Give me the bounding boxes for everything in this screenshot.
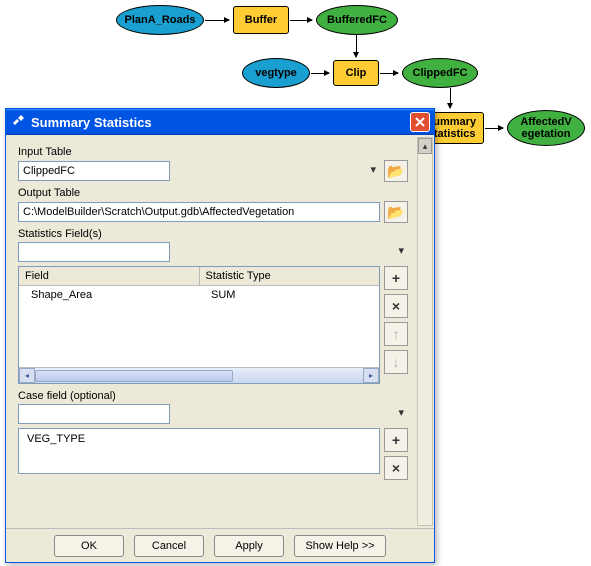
list-item[interactable]: VEG_TYPE — [27, 433, 371, 445]
arrow — [290, 20, 312, 21]
output-table-label: Output Table — [18, 187, 408, 199]
remove-stat-button[interactable]: × — [384, 294, 408, 318]
arrow — [205, 20, 229, 21]
arrow — [356, 35, 357, 57]
node-clippedfc[interactable]: ClippedFC — [402, 58, 478, 88]
scroll-left-button[interactable]: ◂ — [19, 368, 35, 383]
browse-input-button[interactable]: 📂 — [384, 160, 408, 182]
cell-stat: SUM — [199, 286, 379, 304]
arrow — [311, 73, 329, 74]
scroll-thumb[interactable] — [35, 370, 233, 382]
horizontal-scrollbar[interactable]: ◂ ▸ — [19, 367, 379, 383]
summary-statistics-dialog: Summary Statistics ▴ Input Table 📂 Outpu… — [5, 108, 435, 563]
node-clip[interactable]: Clip — [333, 60, 379, 86]
arrow — [450, 88, 451, 108]
input-table-combo[interactable] — [18, 161, 170, 181]
node-vegtype[interactable]: vegtype — [242, 58, 310, 88]
arrow — [380, 73, 398, 74]
cancel-button[interactable]: Cancel — [134, 535, 204, 557]
stats-side-buttons: + × ↑ ↓ — [384, 266, 408, 384]
scroll-up-button[interactable]: ▴ — [418, 138, 432, 154]
case-list[interactable]: VEG_TYPE — [18, 428, 380, 474]
case-side-buttons: + × — [384, 428, 408, 480]
dialog-title: Summary Statistics — [31, 115, 410, 130]
apply-button[interactable]: Apply — [214, 535, 284, 557]
cell-field: Shape_Area — [19, 286, 199, 304]
arrow — [485, 128, 503, 129]
remove-case-button[interactable]: × — [384, 456, 408, 480]
add-case-button[interactable]: + — [384, 428, 408, 452]
close-button[interactable] — [410, 112, 430, 132]
node-bufferedfc[interactable]: BufferedFC — [316, 5, 398, 35]
ok-button[interactable]: OK — [54, 535, 124, 557]
vertical-scrollbar[interactable]: ▴ — [417, 137, 433, 526]
input-table-label: Input Table — [18, 146, 408, 158]
case-field-label: Case field (optional) — [18, 390, 408, 402]
node-buffer[interactable]: Buffer — [233, 6, 289, 34]
hammer-icon — [10, 114, 26, 130]
dialog-body: ▴ Input Table 📂 Output Table 📂 Statistic… — [6, 135, 434, 528]
stats-fields-combo[interactable] — [18, 242, 170, 262]
move-up-button[interactable]: ↑ — [384, 322, 408, 346]
scroll-right-button[interactable]: ▸ — [363, 368, 379, 383]
stats-table-header: Field Statistic Type — [19, 267, 379, 286]
node-plana-roads[interactable]: PlanA_Roads — [116, 5, 204, 35]
case-field-combo[interactable] — [18, 404, 170, 424]
show-help-button[interactable]: Show Help >> — [294, 535, 386, 557]
col-field[interactable]: Field — [19, 267, 200, 285]
add-stat-button[interactable]: + — [384, 266, 408, 290]
titlebar: Summary Statistics — [6, 109, 434, 135]
move-down-button[interactable]: ↓ — [384, 350, 408, 374]
output-table-input[interactable] — [18, 202, 380, 222]
node-affected-vegetation[interactable]: AffectedV egetation — [507, 110, 585, 146]
browse-output-button[interactable]: 📂 — [384, 201, 408, 223]
button-bar: OK Cancel Apply Show Help >> — [6, 528, 434, 562]
table-row[interactable]: Shape_Area SUM — [19, 286, 379, 304]
stats-table: Field Statistic Type Shape_Area SUM ◂ ▸ — [18, 266, 380, 384]
stats-fields-label: Statistics Field(s) — [18, 228, 408, 240]
col-stat-type[interactable]: Statistic Type — [200, 267, 380, 285]
